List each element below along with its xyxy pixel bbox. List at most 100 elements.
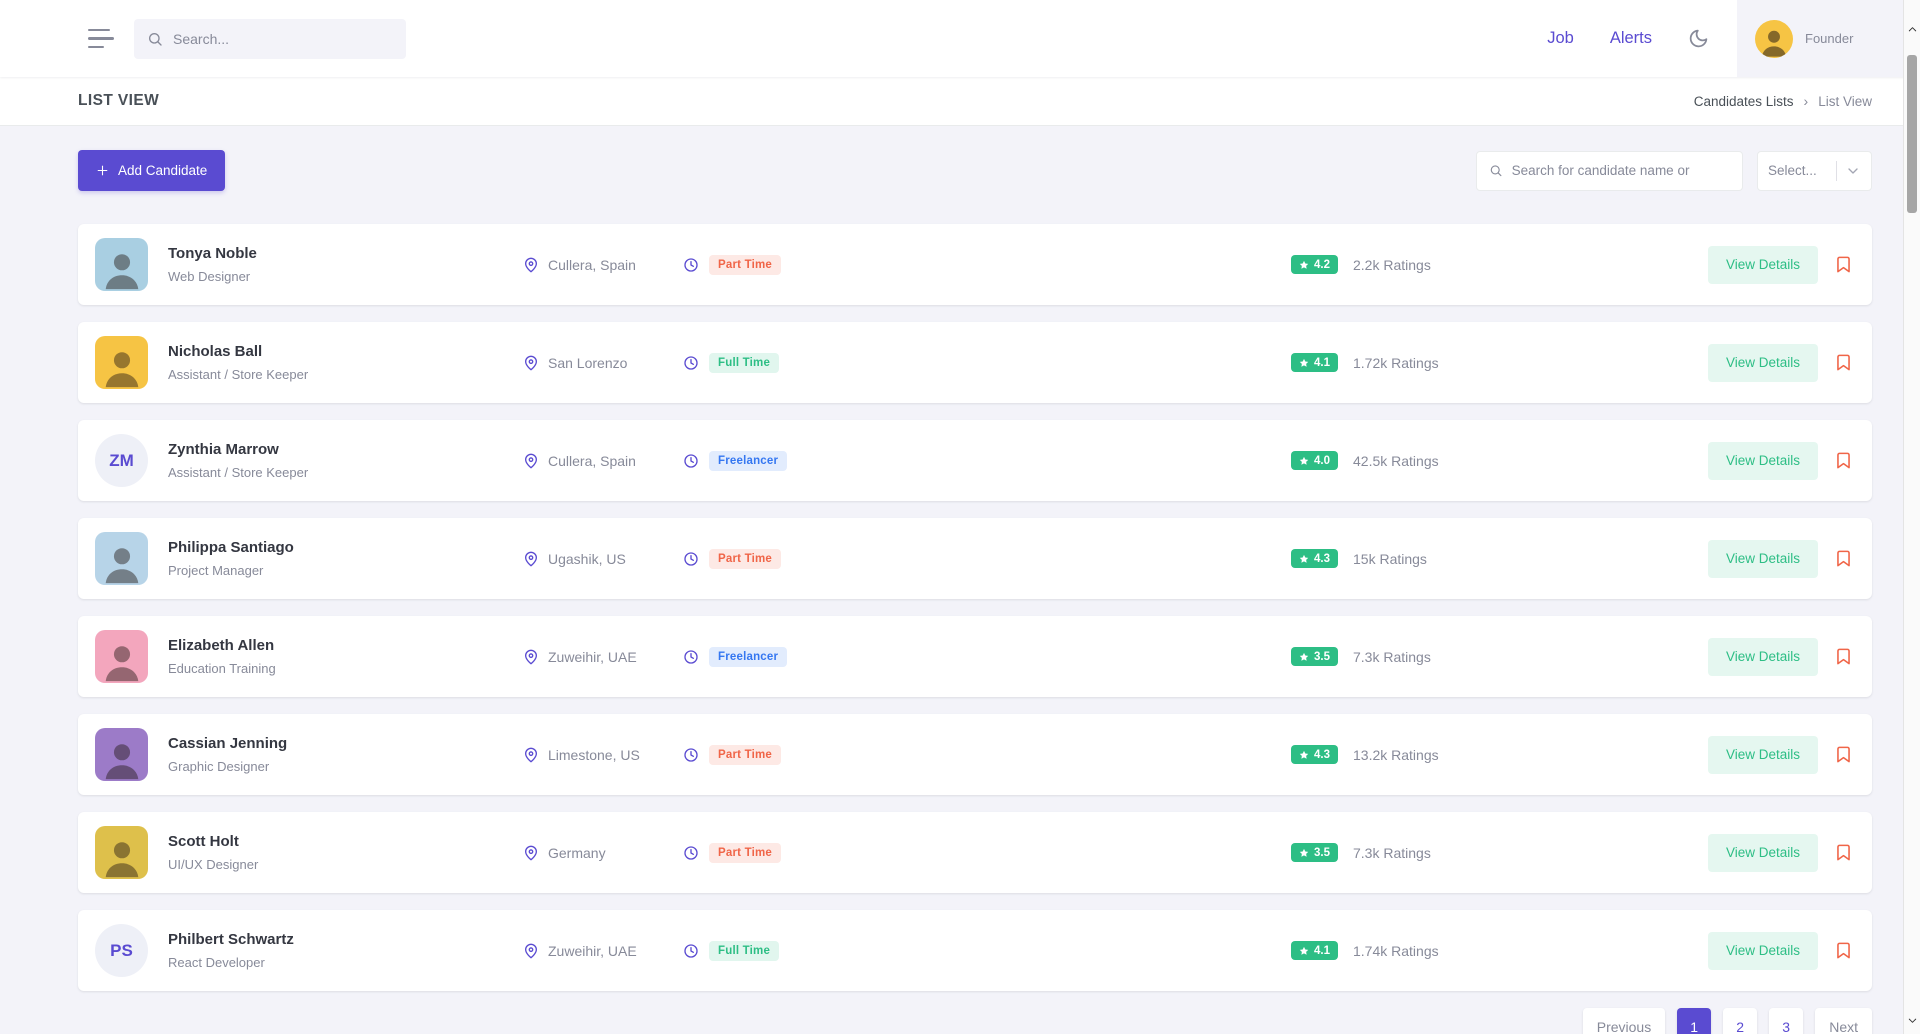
candidate-role: React Developer — [168, 955, 294, 970]
candidate-row: Elizabeth Allen Education Training Zuwei… — [78, 616, 1872, 697]
candidate-actions: View Details — [1683, 834, 1855, 872]
view-details-button[interactable]: View Details — [1708, 638, 1818, 676]
employment-type-badge: Full Time — [709, 353, 779, 373]
bookmark-button[interactable] — [1832, 841, 1855, 864]
top-navbar: Job Alerts Founder — [0, 0, 1920, 77]
bookmark-icon — [1834, 255, 1853, 274]
candidate-profile: PS Philbert Schwartz React Developer — [95, 924, 523, 977]
clock-icon — [683, 943, 699, 959]
ratings-count: 15k Ratings — [1353, 551, 1427, 567]
candidate-role: Education Training — [168, 661, 276, 676]
rating-value: 4.3 — [1314, 749, 1330, 761]
bookmark-button[interactable] — [1832, 547, 1855, 570]
bookmark-button[interactable] — [1832, 743, 1855, 766]
bookmark-icon — [1834, 549, 1853, 568]
candidate-row: ZM Zynthia Marrow Assistant / Store Keep… — [78, 420, 1872, 501]
nav-link-alerts[interactable]: Alerts — [1610, 29, 1652, 48]
view-details-button[interactable]: View Details — [1708, 736, 1818, 774]
page-header: LIST VIEW Candidates Lists › List View — [0, 77, 1920, 126]
candidate-profile: Cassian Jenning Graphic Designer — [95, 728, 523, 781]
rating-value: 4.1 — [1314, 357, 1330, 369]
candidate-location: Limestone, US — [523, 747, 683, 763]
bookmark-icon — [1834, 745, 1853, 764]
candidate-rating: 4.1 1.74k Ratings — [1291, 941, 1683, 960]
pagination-page-2[interactable]: 2 — [1723, 1008, 1757, 1034]
employment-type-badge: Part Time — [709, 745, 781, 765]
star-icon — [1299, 848, 1309, 858]
rating-value: 4.3 — [1314, 553, 1330, 565]
ratings-count: 1.72k Ratings — [1353, 355, 1439, 371]
rating-badge: 4.0 — [1291, 451, 1338, 470]
pagination-next-button[interactable]: Next — [1815, 1008, 1872, 1034]
moon-icon — [1688, 28, 1709, 49]
candidate-employment: Part Time — [683, 745, 781, 765]
candidate-actions: View Details — [1683, 344, 1855, 382]
bookmark-button[interactable] — [1832, 939, 1855, 962]
star-icon — [1299, 554, 1309, 564]
location-text: Cullera, Spain — [548, 453, 636, 469]
view-details-button[interactable]: View Details — [1708, 932, 1818, 970]
candidate-avatar — [95, 336, 148, 389]
pagination-previous-button[interactable]: Previous — [1583, 1008, 1665, 1034]
candidate-rating: 4.3 15k Ratings — [1291, 549, 1683, 568]
bookmark-icon — [1834, 353, 1853, 372]
candidate-location: Germany — [523, 845, 683, 861]
candidate-row: Philippa Santiago Project Manager Ugashi… — [78, 518, 1872, 599]
view-details-button[interactable]: View Details — [1708, 442, 1818, 480]
page-title: LIST VIEW — [78, 92, 159, 110]
scrollbar-thumb[interactable] — [1907, 55, 1917, 213]
candidate-list: Tonya Noble Web Designer Cullera, Spain … — [78, 224, 1872, 991]
breadcrumb: Candidates Lists › List View — [1694, 93, 1872, 109]
view-details-button[interactable]: View Details — [1708, 344, 1818, 382]
nav-link-job[interactable]: Job — [1547, 29, 1574, 48]
dark-mode-toggle[interactable] — [1688, 28, 1709, 49]
bookmark-button[interactable] — [1832, 449, 1855, 472]
breadcrumb-candidates-lists[interactable]: Candidates Lists — [1694, 94, 1794, 109]
location-text: Limestone, US — [548, 747, 640, 763]
candidate-name: Elizabeth Allen — [168, 637, 276, 654]
candidate-profile: ZM Zynthia Marrow Assistant / Store Keep… — [95, 434, 523, 487]
search-icon — [147, 31, 163, 47]
scroll-down-icon[interactable] — [1904, 1015, 1920, 1029]
candidate-employment: Part Time — [683, 843, 781, 863]
bookmark-button[interactable] — [1832, 645, 1855, 668]
candidate-avatar — [95, 238, 148, 291]
plus-icon — [96, 164, 109, 177]
location-text: Ugashik, US — [548, 551, 626, 567]
candidate-search-input[interactable] — [1512, 163, 1730, 178]
scroll-up-icon[interactable] — [1904, 24, 1920, 38]
candidate-avatar: PS — [95, 924, 148, 977]
status-select[interactable]: Select... — [1757, 151, 1872, 191]
global-search-input[interactable] — [173, 31, 393, 47]
bookmark-icon — [1834, 941, 1853, 960]
bookmark-button[interactable] — [1832, 351, 1855, 374]
add-candidate-button[interactable]: Add Candidate — [78, 150, 225, 191]
star-icon — [1299, 358, 1309, 368]
candidate-role: UI/UX Designer — [168, 857, 258, 872]
person-icon — [99, 245, 145, 291]
view-details-button[interactable]: View Details — [1708, 246, 1818, 284]
view-details-button[interactable]: View Details — [1708, 834, 1818, 872]
rating-badge: 4.3 — [1291, 549, 1338, 568]
ratings-count: 7.3k Ratings — [1353, 649, 1431, 665]
person-icon — [99, 735, 145, 781]
avatar — [1755, 20, 1793, 58]
pagination-page-3[interactable]: 3 — [1769, 1008, 1803, 1034]
location-text: Zuweihir, UAE — [548, 943, 637, 959]
employment-type-badge: Freelancer — [709, 647, 787, 667]
view-details-button[interactable]: View Details — [1708, 540, 1818, 578]
candidate-location: Zuweihir, UAE — [523, 943, 683, 959]
candidate-actions: View Details — [1683, 246, 1855, 284]
bookmark-button[interactable] — [1832, 253, 1855, 276]
candidate-employment: Full Time — [683, 941, 779, 961]
scrollbar[interactable] — [1903, 0, 1920, 1034]
pagination-page-1[interactable]: 1 — [1677, 1008, 1711, 1034]
list-toolbar: Add Candidate Select... — [78, 150, 1872, 191]
user-menu[interactable]: Founder — [1737, 0, 1903, 77]
candidate-profile: Nicholas Ball Assistant / Store Keeper — [95, 336, 523, 389]
employment-type-badge: Full Time — [709, 941, 779, 961]
hamburger-icon[interactable] — [88, 29, 114, 49]
candidate-name: Scott Holt — [168, 833, 258, 850]
candidate-role: Web Designer — [168, 269, 257, 284]
person-icon — [99, 833, 145, 879]
